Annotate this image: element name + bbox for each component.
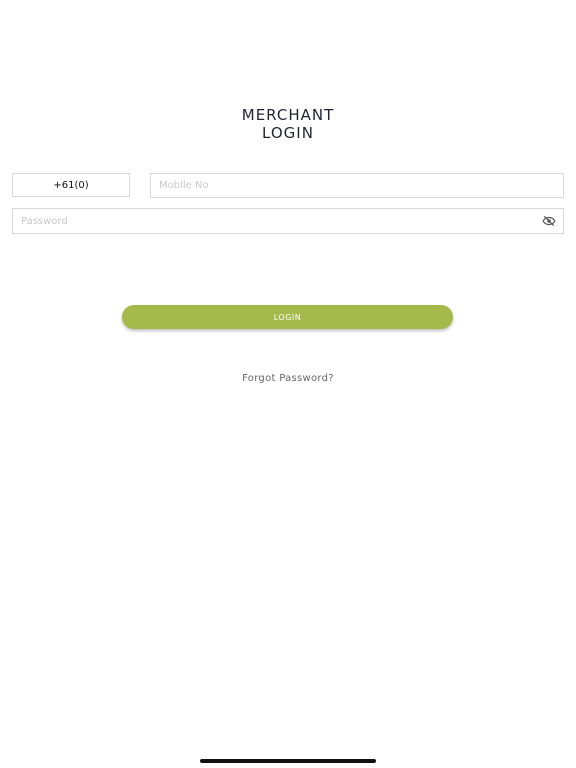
page-title: MERCHANT LOGIN xyxy=(0,106,576,142)
title-line-login: LOGIN xyxy=(262,124,314,142)
forgot-password-link[interactable]: Forgot Password? xyxy=(0,373,576,384)
login-button[interactable]: LOGIN xyxy=(122,305,453,329)
password-input[interactable] xyxy=(12,208,564,234)
home-indicator[interactable] xyxy=(200,759,376,763)
country-code-value: +61(0) xyxy=(53,179,89,191)
mobile-number-input[interactable] xyxy=(150,173,564,198)
title-line-merchant: MERCHANT xyxy=(241,106,335,124)
country-code-selector[interactable]: +61(0) xyxy=(12,173,130,197)
eye-off-icon[interactable] xyxy=(542,214,556,228)
password-field-wrapper xyxy=(12,208,564,234)
merchant-login-screen: MERCHANT LOGIN +61(0) LOGIN Forgot Passw… xyxy=(0,0,576,768)
